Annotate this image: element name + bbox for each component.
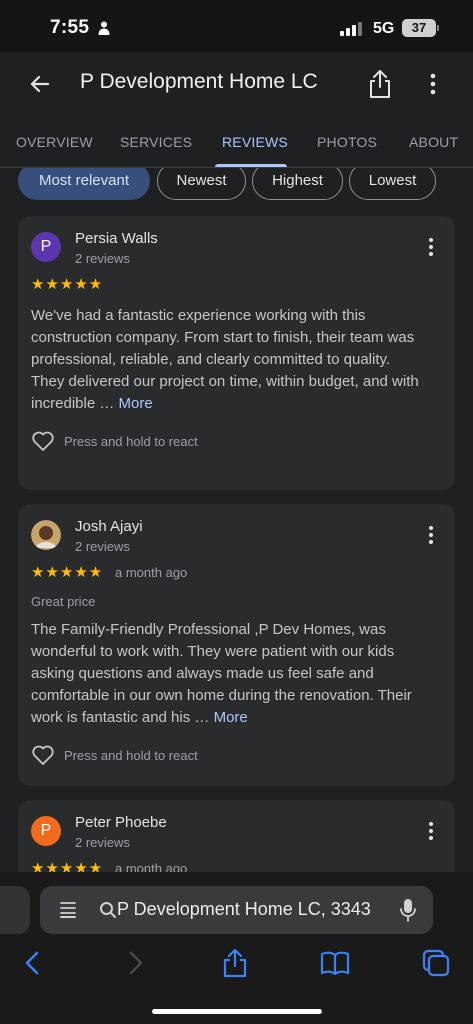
filter-most-relevant[interactable]: Most relevant	[18, 168, 150, 200]
filter-lowest[interactable]: Lowest	[349, 168, 436, 200]
safari-back-icon[interactable]	[18, 948, 48, 978]
reader-icon[interactable]	[58, 900, 78, 920]
person-icon	[98, 21, 110, 35]
status-time: 7:55	[50, 17, 90, 38]
bookmarks-icon[interactable]	[320, 948, 350, 978]
tab-services[interactable]: SERVICES	[120, 134, 192, 150]
mic-icon[interactable]	[400, 898, 416, 922]
tab-overview[interactable]: OVERVIEW	[16, 134, 93, 150]
search-icon	[100, 902, 116, 918]
react-label: Press and hold to react	[64, 434, 198, 449]
previous-tab-stub[interactable]	[0, 886, 30, 934]
star-rating: ★★★★★	[31, 564, 104, 581]
more-vert-icon[interactable]	[422, 70, 444, 98]
address-bar[interactable]: P Development Home LC, 3343	[40, 886, 433, 934]
network-label: 5G	[373, 20, 395, 37]
review-text: We've had a fantastic experience working…	[31, 307, 419, 412]
tab-about[interactable]: ABOUT	[409, 134, 458, 150]
review-tagline: Great price	[31, 594, 96, 609]
share-icon[interactable]	[366, 68, 394, 100]
signal-icon	[340, 22, 362, 36]
more-link[interactable]: More	[214, 709, 248, 726]
page-title: P Development Home LC	[80, 70, 318, 93]
safari-forward-icon[interactable]	[120, 948, 150, 978]
review-text: The Family-Friendly Professional ,P Dev …	[31, 621, 412, 726]
status-bar: 7:55 5G 37	[0, 0, 473, 52]
sort-filters: Most relevant Newest Highest Lowest	[0, 168, 473, 208]
review-time: a month ago	[115, 565, 188, 580]
heart-icon[interactable]	[31, 430, 55, 452]
battery-icon: 37	[402, 19, 436, 37]
more-vert-icon[interactable]	[427, 525, 435, 545]
tab-bar: OVERVIEW SERVICES REVIEWS PHOTOS ABOUT	[0, 116, 473, 168]
review-count: 2 reviews	[75, 835, 130, 850]
reviewer-name[interactable]: Josh Ajayi	[75, 518, 143, 535]
review-card: P Persia Walls 2 reviews ★★★★★ We've had…	[18, 216, 455, 490]
star-rating: ★★★★★	[31, 276, 104, 293]
tab-reviews[interactable]: REVIEWS	[222, 134, 288, 150]
reviewer-name[interactable]: Peter Phoebe	[75, 814, 167, 831]
filter-highest[interactable]: Highest	[252, 168, 343, 200]
more-vert-icon[interactable]	[427, 821, 435, 841]
review-count: 2 reviews	[75, 251, 130, 266]
review-card: Josh Ajayi 2 reviews ★★★★★ a month ago G…	[18, 504, 455, 786]
tab-indicator	[215, 164, 287, 167]
back-arrow-icon[interactable]	[26, 70, 54, 98]
tab-photos[interactable]: PHOTOS	[317, 134, 377, 150]
browser-toolbar: P Development Home LC, 3343	[0, 872, 473, 1024]
app-header: P Development Home LC	[0, 52, 473, 116]
home-indicator	[152, 1009, 322, 1014]
avatar[interactable]: P	[31, 816, 61, 846]
tabs-icon[interactable]	[421, 948, 451, 978]
filter-newest[interactable]: Newest	[157, 168, 246, 200]
more-vert-icon[interactable]	[427, 237, 435, 257]
react-label: Press and hold to react	[64, 748, 198, 763]
safari-share-icon[interactable]	[220, 948, 250, 978]
url-text[interactable]: P Development Home LC, 3343	[117, 899, 383, 920]
avatar[interactable]	[31, 520, 61, 550]
heart-icon[interactable]	[31, 744, 55, 766]
more-link[interactable]: More	[119, 395, 153, 412]
reviewer-name[interactable]: Persia Walls	[75, 230, 158, 247]
avatar[interactable]: P	[31, 232, 61, 262]
review-count: 2 reviews	[75, 539, 130, 554]
